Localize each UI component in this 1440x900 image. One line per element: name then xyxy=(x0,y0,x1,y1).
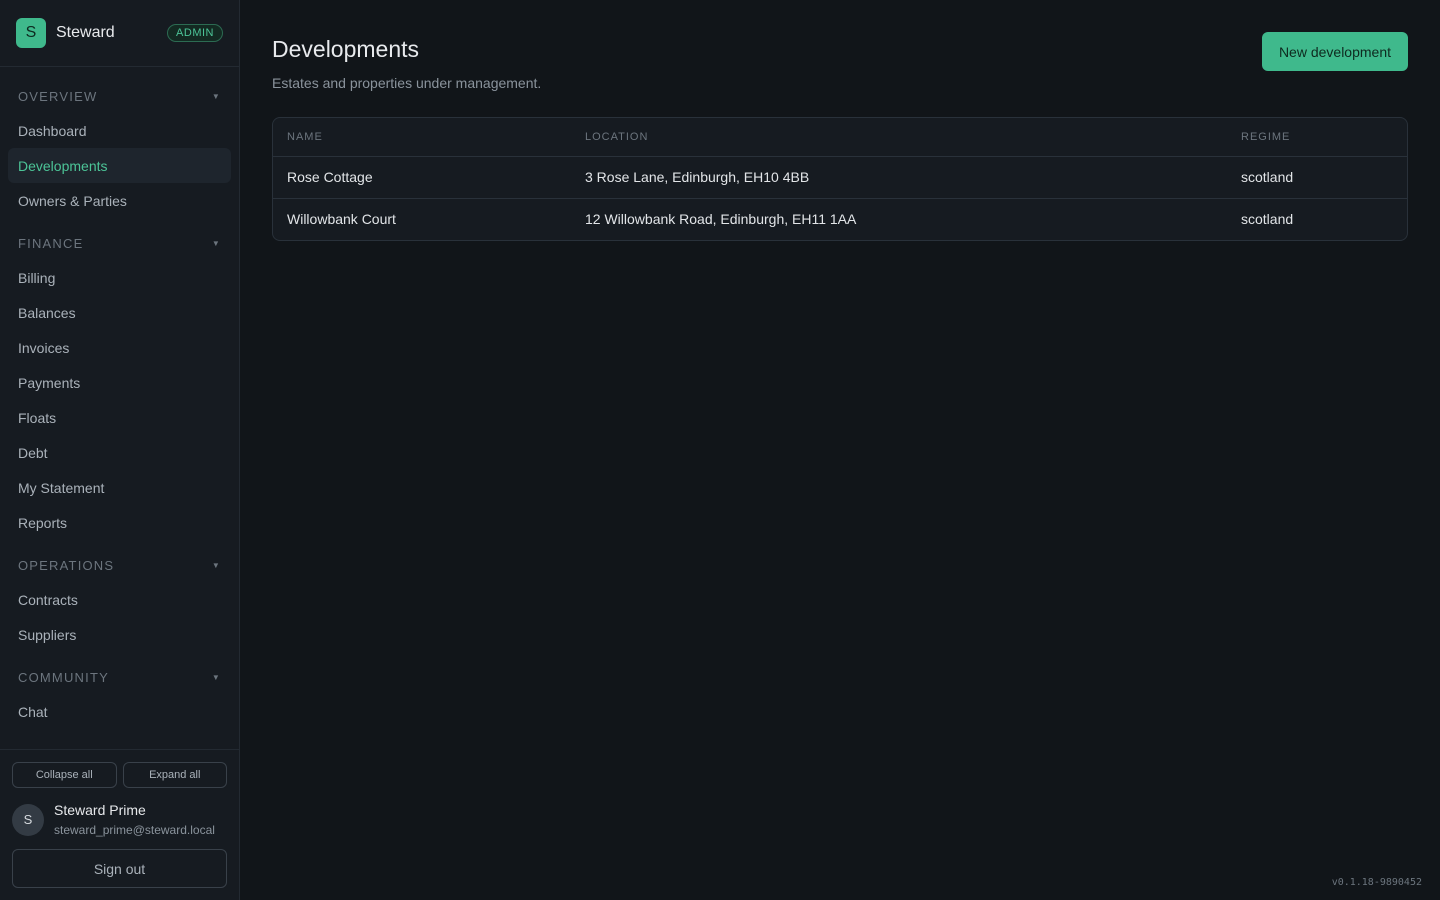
admin-badge: ADMIN xyxy=(167,24,223,42)
section-title: OPERATIONS xyxy=(18,557,115,573)
brand-name: Steward xyxy=(56,24,115,41)
column-header-regime[interactable]: REGIME xyxy=(1227,118,1407,157)
caret-down-icon[interactable]: ▼ xyxy=(212,239,221,248)
expand-all-button[interactable]: Expand all xyxy=(122,762,227,788)
sidebar-item-invoices[interactable]: Invoices xyxy=(8,330,231,365)
sidebar-item-my-statement[interactable]: My Statement xyxy=(8,470,231,505)
nav-section-community: COMMUNITY ▼ Chat xyxy=(8,652,231,729)
sidebar-footer: Collapse all Expand all S Steward Prime … xyxy=(0,749,239,900)
sidebar-item-billing[interactable]: Billing xyxy=(8,260,231,295)
nav-section-operations: OPERATIONS ▼ Contracts Suppliers xyxy=(8,540,231,652)
cell-regime: scotland xyxy=(1227,197,1407,240)
column-header-name[interactable]: NAME xyxy=(273,118,571,157)
sidebar-item-reports[interactable]: Reports xyxy=(8,505,231,540)
sidebar-item-balances[interactable]: Balances xyxy=(8,295,231,330)
table: NAME LOCATION REGIME Rose Cottage 3 Rose… xyxy=(273,118,1407,240)
avatar: S xyxy=(12,803,44,836)
section-title: FINANCE xyxy=(18,235,84,251)
sidebar: S Steward ADMIN OVERVIEW ▼ Dashboard Dev… xyxy=(0,0,240,900)
caret-down-icon[interactable]: ▼ xyxy=(212,561,221,570)
sidebar-item-contracts[interactable]: Contracts xyxy=(8,582,231,617)
collapse-expand-group: Collapse all Expand all xyxy=(12,762,227,788)
section-title: COMMUNITY xyxy=(18,669,109,685)
table-row[interactable]: Willowbank Court 12 Willowbank Road, Edi… xyxy=(273,197,1407,240)
page-subtitle: Estates and properties under management. xyxy=(272,75,542,91)
brand-header: S Steward ADMIN xyxy=(0,0,239,67)
cell-name[interactable]: Rose Cottage xyxy=(273,156,571,198)
sidebar-item-payments[interactable]: Payments xyxy=(8,365,231,400)
table-row[interactable]: Rose Cottage 3 Rose Lane, Edinburgh, EH1… xyxy=(273,156,1407,198)
user-info: Steward Prime steward_prime@steward.loca… xyxy=(54,802,215,837)
table-header: NAME LOCATION REGIME xyxy=(273,118,1407,157)
section-header-community[interactable]: COMMUNITY ▼ xyxy=(8,666,231,688)
sidebar-nav: OVERVIEW ▼ Dashboard Developments Owners… xyxy=(0,67,239,749)
developments-table: NAME LOCATION REGIME Rose Cottage 3 Rose… xyxy=(272,117,1408,241)
sidebar-item-developments[interactable]: Developments xyxy=(8,148,231,183)
cell-regime: scotland xyxy=(1241,169,1294,185)
app-root: S Steward ADMIN OVERVIEW ▼ Dashboard Dev… xyxy=(0,0,1440,900)
collapse-all-button[interactable]: Collapse all xyxy=(12,762,117,788)
cell-name[interactable]: Willowbank Court xyxy=(273,197,571,240)
page-heading: Developments Estates and properties unde… xyxy=(272,32,541,91)
user-profile: S Steward Prime steward_prime@steward.lo… xyxy=(12,802,227,837)
cell-location: 12 Willowbank Road, Edinburgh, EH11 1AA xyxy=(571,197,1227,240)
column-header-location[interactable]: LOCATION xyxy=(571,118,1227,157)
user-name: Steward Prime xyxy=(54,802,146,818)
sidebar-item-floats[interactable]: Floats xyxy=(8,400,231,435)
sidebar-item-dashboard[interactable]: Dashboard xyxy=(8,113,231,148)
nav-section-finance: FINANCE ▼ Billing Balances Invoices Paym… xyxy=(8,218,231,540)
caret-down-icon[interactable]: ▼ xyxy=(212,673,221,682)
sidebar-item-owners-parties[interactable]: Owners & Parties xyxy=(8,183,231,218)
new-development-button[interactable]: New development xyxy=(1261,32,1408,71)
brand-logo[interactable]: S xyxy=(16,18,46,48)
section-header-finance[interactable]: FINANCE ▼ xyxy=(8,232,231,254)
user-email: steward_prime@steward.local xyxy=(54,823,215,837)
sidebar-item-suppliers[interactable]: Suppliers xyxy=(8,617,231,652)
section-header-overview[interactable]: OVERVIEW ▼ xyxy=(8,85,231,107)
section-header-operations[interactable]: OPERATIONS ▼ xyxy=(8,554,231,576)
sidebar-item-chat[interactable]: Chat xyxy=(8,694,231,729)
page-header: Developments Estates and properties unde… xyxy=(272,32,1408,91)
nav-section-overview: OVERVIEW ▼ Dashboard Developments Owners… xyxy=(8,67,231,218)
version-label: v0.1.18-9890452 xyxy=(1331,877,1422,888)
page-title: Developments xyxy=(272,36,420,62)
sidebar-item-debt[interactable]: Debt xyxy=(8,435,231,470)
section-title: OVERVIEW xyxy=(18,88,98,104)
sign-out-button[interactable]: Sign out xyxy=(12,849,227,888)
cell-location: 3 Rose Lane, Edinburgh, EH10 4BB xyxy=(585,169,810,185)
caret-down-icon[interactable]: ▼ xyxy=(212,92,221,101)
main-content: Developments Estates and properties unde… xyxy=(240,0,1440,900)
